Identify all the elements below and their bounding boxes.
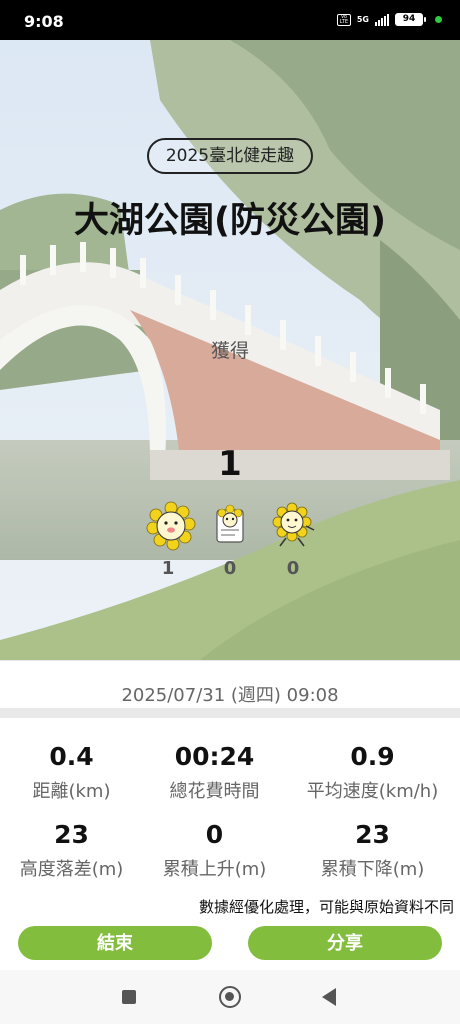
volte-icon: Vo LTE [336, 13, 351, 26]
stat-label: 累積下降(m) [320, 859, 425, 880]
stat-label: 距離(km) [32, 781, 111, 802]
badge-count-1: 1 [161, 558, 175, 579]
stat-average-speed: 0.9 平均速度(km/h) [296, 742, 449, 803]
privacy-indicator-icon [435, 16, 442, 23]
stat-value: 0 [205, 820, 224, 849]
back-icon[interactable] [322, 988, 336, 1006]
badge-count-3: 0 [286, 558, 300, 579]
session-date-bar: 2025/07/31 (週四) 09:08 [0, 660, 460, 718]
signal-icon [375, 13, 389, 26]
home-icon[interactable] [219, 986, 241, 1008]
status-time: 9:08 [24, 12, 64, 31]
stat-value: 23 [54, 820, 89, 849]
battery-icon: 94 [395, 13, 426, 26]
sunflower-mascot-icon [146, 501, 196, 551]
stat-label: 平均速度(km/h) [306, 781, 439, 802]
stat-value: 0.9 [350, 742, 395, 771]
stat-elevation-gain: 0 累積上升(m) [138, 820, 291, 881]
sunflower-card-icon [216, 504, 244, 543]
stat-distance: 0.4 距離(km) [0, 742, 148, 803]
session-date: 2025/07/31 (週四) 09:08 [121, 685, 339, 706]
obtained-label: 獲得 [210, 340, 249, 362]
stat-elevation-difference: 23 高度落差(m) [0, 820, 148, 881]
sunflower-running-icon [272, 502, 315, 547]
stat-label: 高度落差(m) [19, 859, 124, 880]
park-title: 大湖公園(防災公園) [74, 201, 386, 241]
status-icons: Vo LTE 5G 94 [336, 13, 442, 26]
hero-section: 2025臺北健走趣 大湖公園(防災公園) 獲得 1 1 0 0 [0, 40, 460, 660]
total-badge-count: 1 [218, 444, 242, 484]
stat-value: 00:24 [174, 742, 255, 771]
stat-label: 累積上升(m) [162, 859, 267, 880]
system-nav-bar [0, 970, 460, 1024]
stat-value: 0.4 [49, 742, 94, 771]
event-name-pill: 2025臺北健走趣 [147, 138, 313, 174]
stat-elevation-loss: 23 累積下降(m) [296, 820, 449, 881]
share-button[interactable]: 分享 [248, 926, 442, 960]
recents-icon[interactable] [122, 990, 136, 1004]
stat-value: 23 [355, 820, 390, 849]
stat-label: 總花費時間 [169, 781, 260, 802]
badge-count-2: 0 [223, 558, 237, 579]
status-bar: 9:08 Vo LTE 5G 94 [0, 0, 460, 40]
network-type: 5G [356, 14, 369, 24]
end-button[interactable]: 結束 [18, 926, 212, 960]
stat-total-time: 00:24 總花費時間 [138, 742, 291, 803]
data-processing-note: 數據經優化處理，可能與原始資料不同 [198, 898, 454, 916]
